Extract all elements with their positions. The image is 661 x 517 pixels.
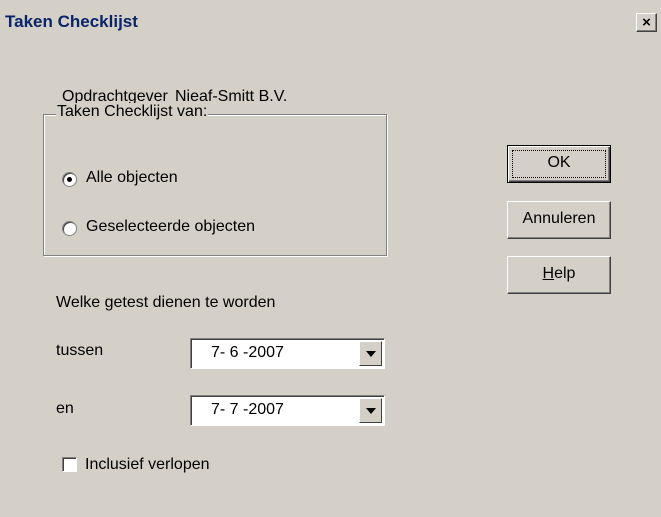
to-date-combo[interactable]: 7- 7 -2007: [190, 395, 385, 426]
help-accelerator: H: [542, 265, 555, 282]
radio-all-objects-label[interactable]: Alle objecten: [86, 169, 178, 187]
help-button-label: Help: [543, 265, 576, 282]
from-date-dropdown-button[interactable]: [359, 341, 382, 366]
from-date-combo[interactable]: 7- 6 -2007: [190, 338, 385, 369]
group-title: Taken Checklijst van:: [56, 103, 209, 121]
help-label-rest: elp: [554, 265, 576, 282]
radio-selected-objects-label[interactable]: Geselecteerde objecten: [86, 218, 255, 236]
help-button[interactable]: Help: [507, 256, 611, 294]
radio-all-objects[interactable]: [62, 172, 77, 187]
from-label: tussen: [56, 342, 104, 359]
from-date-value[interactable]: 7- 6 -2007: [211, 344, 284, 362]
focus-rectangle: [512, 150, 606, 178]
to-date-dropdown-button[interactable]: [359, 398, 382, 423]
to-label: en: [56, 400, 74, 417]
ok-button[interactable]: OK: [507, 145, 611, 183]
close-button[interactable]: ×: [636, 13, 657, 32]
cancel-button-label: Annuleren: [522, 210, 596, 227]
chevron-down-icon: [366, 408, 376, 414]
radio-selected-objects[interactable]: [62, 221, 77, 236]
radio-selected-dot: [67, 177, 72, 182]
close-icon: ×: [642, 14, 651, 31]
window-title: Taken Checklijst: [5, 12, 138, 31]
include-expired-checkbox[interactable]: [62, 457, 77, 472]
include-expired-label[interactable]: Inclusief verlopen: [85, 456, 210, 474]
to-date-value[interactable]: 7- 7 -2007: [211, 401, 284, 419]
chevron-down-icon: [366, 351, 376, 357]
title-bar: Taken Checklijst ×: [0, 10, 661, 38]
cancel-button[interactable]: Annuleren: [507, 201, 611, 239]
date-prompt: Welke getest dienen te worden: [56, 294, 276, 311]
